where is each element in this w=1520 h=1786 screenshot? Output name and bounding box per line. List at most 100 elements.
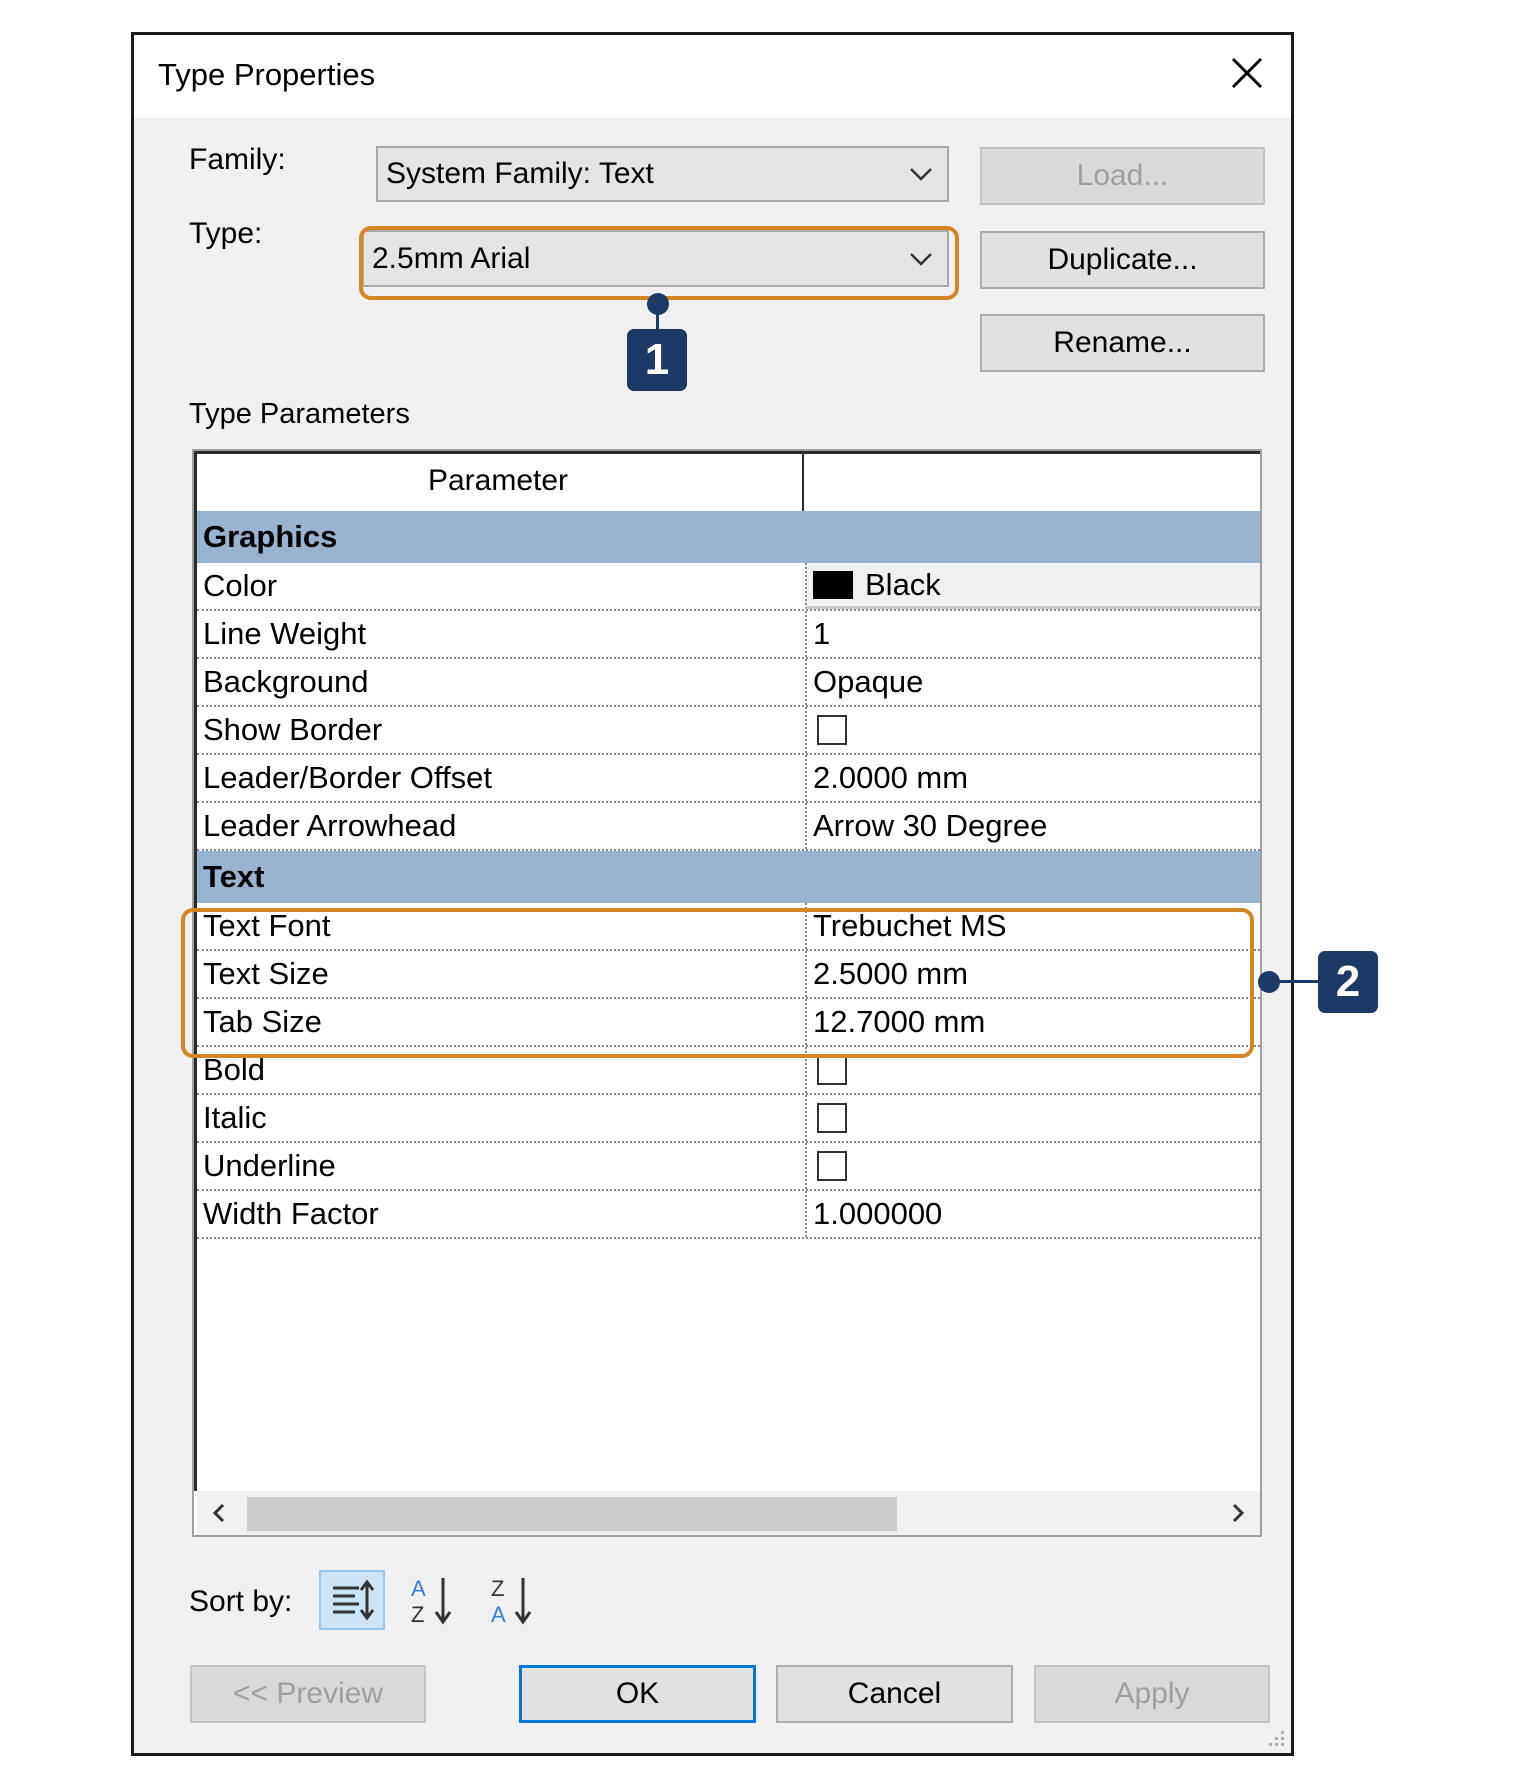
- sort-by-label: Sort by:: [189, 1585, 293, 1618]
- callout-2-dot: [1258, 971, 1280, 993]
- parameter-row[interactable]: Text Font Trebuchet MS: [197, 903, 1260, 951]
- parameter-name: Text Font: [203, 908, 331, 943]
- group-header-graphics[interactable]: Graphics: [197, 511, 1260, 563]
- parameter-name: Text Size: [203, 956, 329, 991]
- callout-1-badge: 1: [627, 329, 687, 391]
- group-header-text[interactable]: Text: [197, 851, 1260, 903]
- parameter-name: Show Border: [203, 712, 383, 747]
- parameter-row[interactable]: Show Border: [197, 707, 1260, 755]
- parameter-value: 1: [813, 616, 831, 651]
- grid-header: Parameter: [194, 451, 1260, 514]
- grouped-sort-icon: [333, 1579, 375, 1621]
- type-value: 2.5mm Arial: [372, 241, 531, 275]
- checkbox[interactable]: [817, 1151, 847, 1181]
- parameter-name: Background: [203, 664, 369, 699]
- parameter-value: 12.7000 mm: [813, 1004, 986, 1039]
- parameter-row[interactable]: Leader Arrowhead Arrow 30 Degree: [197, 803, 1260, 851]
- parameter-name: Line Weight: [203, 616, 367, 651]
- close-icon[interactable]: [1225, 51, 1269, 95]
- family-dropdown[interactable]: System Family: Text: [376, 146, 949, 202]
- parameter-value: 1.000000: [813, 1196, 943, 1231]
- parameter-row[interactable]: Background Opaque: [197, 659, 1260, 707]
- parameter-name: Bold: [203, 1052, 266, 1087]
- parameter-value-cell[interactable]: Trebuchet MS: [805, 903, 1260, 949]
- parameter-value-cell[interactable]: Arrow 30 Degree: [805, 803, 1260, 849]
- chevron-down-icon: [910, 168, 932, 181]
- scrollbar-thumb[interactable]: [247, 1497, 897, 1531]
- grid-top-rule: [194, 451, 1260, 454]
- parameter-value-cell[interactable]: [805, 1095, 1260, 1141]
- sort-a-z-top-letter: A: [411, 1576, 426, 1601]
- parameter-name: Leader/Border Offset: [203, 760, 492, 795]
- family-value: System Family: Text: [386, 157, 654, 190]
- parameter-value-cell[interactable]: Opaque: [805, 659, 1260, 705]
- callout-2-line: [1278, 980, 1318, 983]
- scroll-left-icon[interactable]: [207, 1501, 231, 1525]
- parameter-row[interactable]: Tab Size 12.7000 mm: [197, 999, 1260, 1047]
- parameter-row[interactable]: Leader/Border Offset 2.0000 mm: [197, 755, 1260, 803]
- callout-2-badge: 2: [1318, 951, 1378, 1013]
- parameter-name: Leader Arrowhead: [203, 808, 457, 843]
- type-parameters-grid: Parameter Graphics Color Black Line Weight 1…: [192, 449, 1262, 1537]
- preview-button[interactable]: << Preview: [190, 1665, 426, 1723]
- parameter-row[interactable]: Line Weight 1: [197, 611, 1260, 659]
- parameter-value-cell[interactable]: 12.7000 mm: [805, 999, 1260, 1045]
- parameter-name: Color: [203, 568, 278, 603]
- cancel-button[interactable]: Cancel: [776, 1665, 1013, 1723]
- chevron-down-icon: [910, 252, 932, 266]
- sort-z-a-button[interactable]: Z A: [479, 1570, 545, 1630]
- ok-button[interactable]: OK: [519, 1665, 756, 1723]
- parameter-value-cell[interactable]: Black: [805, 563, 1260, 609]
- parameter-row[interactable]: Text Size 2.5000 mm: [197, 951, 1260, 999]
- parameter-row[interactable]: Color Black: [197, 563, 1260, 611]
- dialog-title: Type Properties: [158, 57, 376, 92]
- sort-a-z-bottom-letter: Z: [411, 1602, 424, 1627]
- parameter-value: Arrow 30 Degree: [813, 808, 1048, 843]
- grouped-sort-button[interactable]: [319, 1570, 385, 1630]
- sort-a-z-icon: A Z: [411, 1576, 452, 1627]
- type-parameters-label: Type Parameters: [189, 398, 410, 430]
- parameter-value: 2.0000 mm: [813, 760, 969, 795]
- parameter-value: Opaque: [813, 664, 924, 699]
- parameter-name: Italic: [203, 1100, 267, 1135]
- load-button[interactable]: Load...: [980, 147, 1265, 205]
- parameter-value-cell[interactable]: 2.5000 mm: [805, 951, 1260, 997]
- parameter-row[interactable]: Italic: [197, 1095, 1260, 1143]
- checkbox[interactable]: [817, 1055, 847, 1085]
- parameter-value: Trebuchet MS: [813, 908, 1007, 943]
- parameter-value-cell[interactable]: [805, 1047, 1260, 1093]
- title-bar: Type Properties: [134, 35, 1291, 118]
- sort-a-z-button[interactable]: A Z: [399, 1570, 465, 1630]
- parameter-name: Tab Size: [203, 1004, 322, 1039]
- parameter-value-cell[interactable]: [805, 707, 1260, 753]
- rename-button[interactable]: Rename...: [980, 314, 1265, 372]
- parameter-row[interactable]: Bold: [197, 1047, 1260, 1095]
- checkbox[interactable]: [817, 715, 847, 745]
- duplicate-button[interactable]: Duplicate...: [980, 231, 1265, 289]
- resize-grip-icon[interactable]: [1265, 1727, 1287, 1749]
- color-swatch: [813, 570, 853, 599]
- scroll-right-icon[interactable]: [1226, 1501, 1250, 1525]
- parameter-name: Width Factor: [203, 1196, 379, 1231]
- sort-z-a-top-letter: Z: [491, 1576, 504, 1601]
- callout-1-line: [656, 305, 659, 329]
- parameter-name: Underline: [203, 1148, 336, 1183]
- parameter-column-header[interactable]: Parameter: [194, 451, 804, 511]
- type-dropdown[interactable]: 2.5mm Arial: [362, 230, 949, 287]
- parameter-value-cell[interactable]: 1: [805, 611, 1260, 657]
- sort-z-a-bottom-letter: A: [491, 1602, 506, 1627]
- apply-button[interactable]: Apply: [1034, 1665, 1270, 1723]
- value-column-header[interactable]: [802, 451, 1260, 511]
- parameter-row[interactable]: Underline: [197, 1143, 1260, 1191]
- parameter-value-cell[interactable]: [805, 1143, 1260, 1189]
- family-label: Family:: [189, 143, 286, 176]
- horizontal-scrollbar[interactable]: [197, 1491, 1260, 1535]
- sort-z-a-icon: Z A: [491, 1576, 532, 1627]
- parameter-value-cell[interactable]: 2.0000 mm: [805, 755, 1260, 801]
- parameter-value-cell[interactable]: 1.000000: [805, 1191, 1260, 1237]
- type-label: Type:: [189, 217, 263, 250]
- parameter-value: Black: [865, 566, 941, 602]
- checkbox[interactable]: [817, 1103, 847, 1133]
- parameter-value: 2.5000 mm: [813, 956, 969, 991]
- parameter-row[interactable]: Width Factor 1.000000: [197, 1191, 1260, 1239]
